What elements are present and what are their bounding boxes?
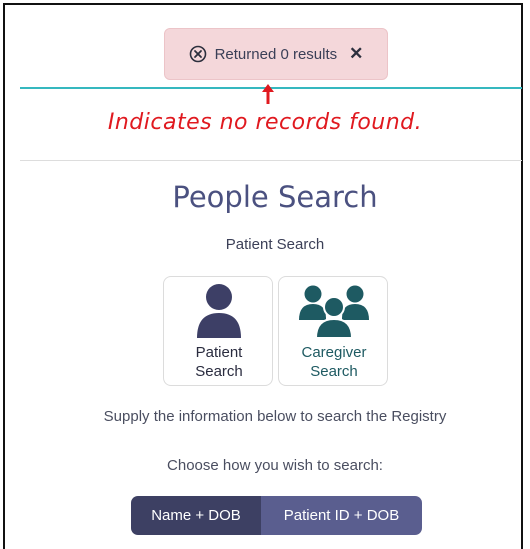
patient-card-label-line1: Patient	[195, 344, 243, 361]
section-divider	[20, 160, 522, 161]
search-mode-toggle: Name + DOB Patient ID + DOB	[131, 496, 422, 535]
caregiver-card-label-line1: Caregiver	[301, 344, 367, 361]
no-results-toast: Returned 0 results ✕	[164, 28, 388, 80]
x-circle-icon	[189, 45, 207, 63]
page-title: People Search	[172, 180, 378, 214]
page-subtitle: Patient Search	[225, 236, 325, 253]
patient-search-card[interactable]: Patient Search	[163, 276, 273, 386]
search-instructions: Supply the information below to search t…	[103, 408, 447, 425]
group-icon	[299, 285, 369, 339]
toast-close-button[interactable]: ✕	[349, 44, 363, 64]
caregiver-card-label-line2: Search	[310, 363, 358, 380]
annotation-text: Indicates no records found.	[107, 110, 423, 135]
person-icon	[197, 284, 241, 338]
red-arrow-icon	[262, 84, 274, 104]
patient-id-dob-tab[interactable]: Patient ID + DOB	[261, 496, 422, 535]
patient-card-label-line2: Search	[195, 363, 243, 380]
name-dob-tab[interactable]: Name + DOB	[131, 496, 261, 535]
toast-message: Returned 0 results	[214, 45, 338, 63]
caregiver-search-card[interactable]: Caregiver Search	[278, 276, 388, 386]
search-method-prompt: Choose how you wish to search:	[167, 457, 383, 474]
